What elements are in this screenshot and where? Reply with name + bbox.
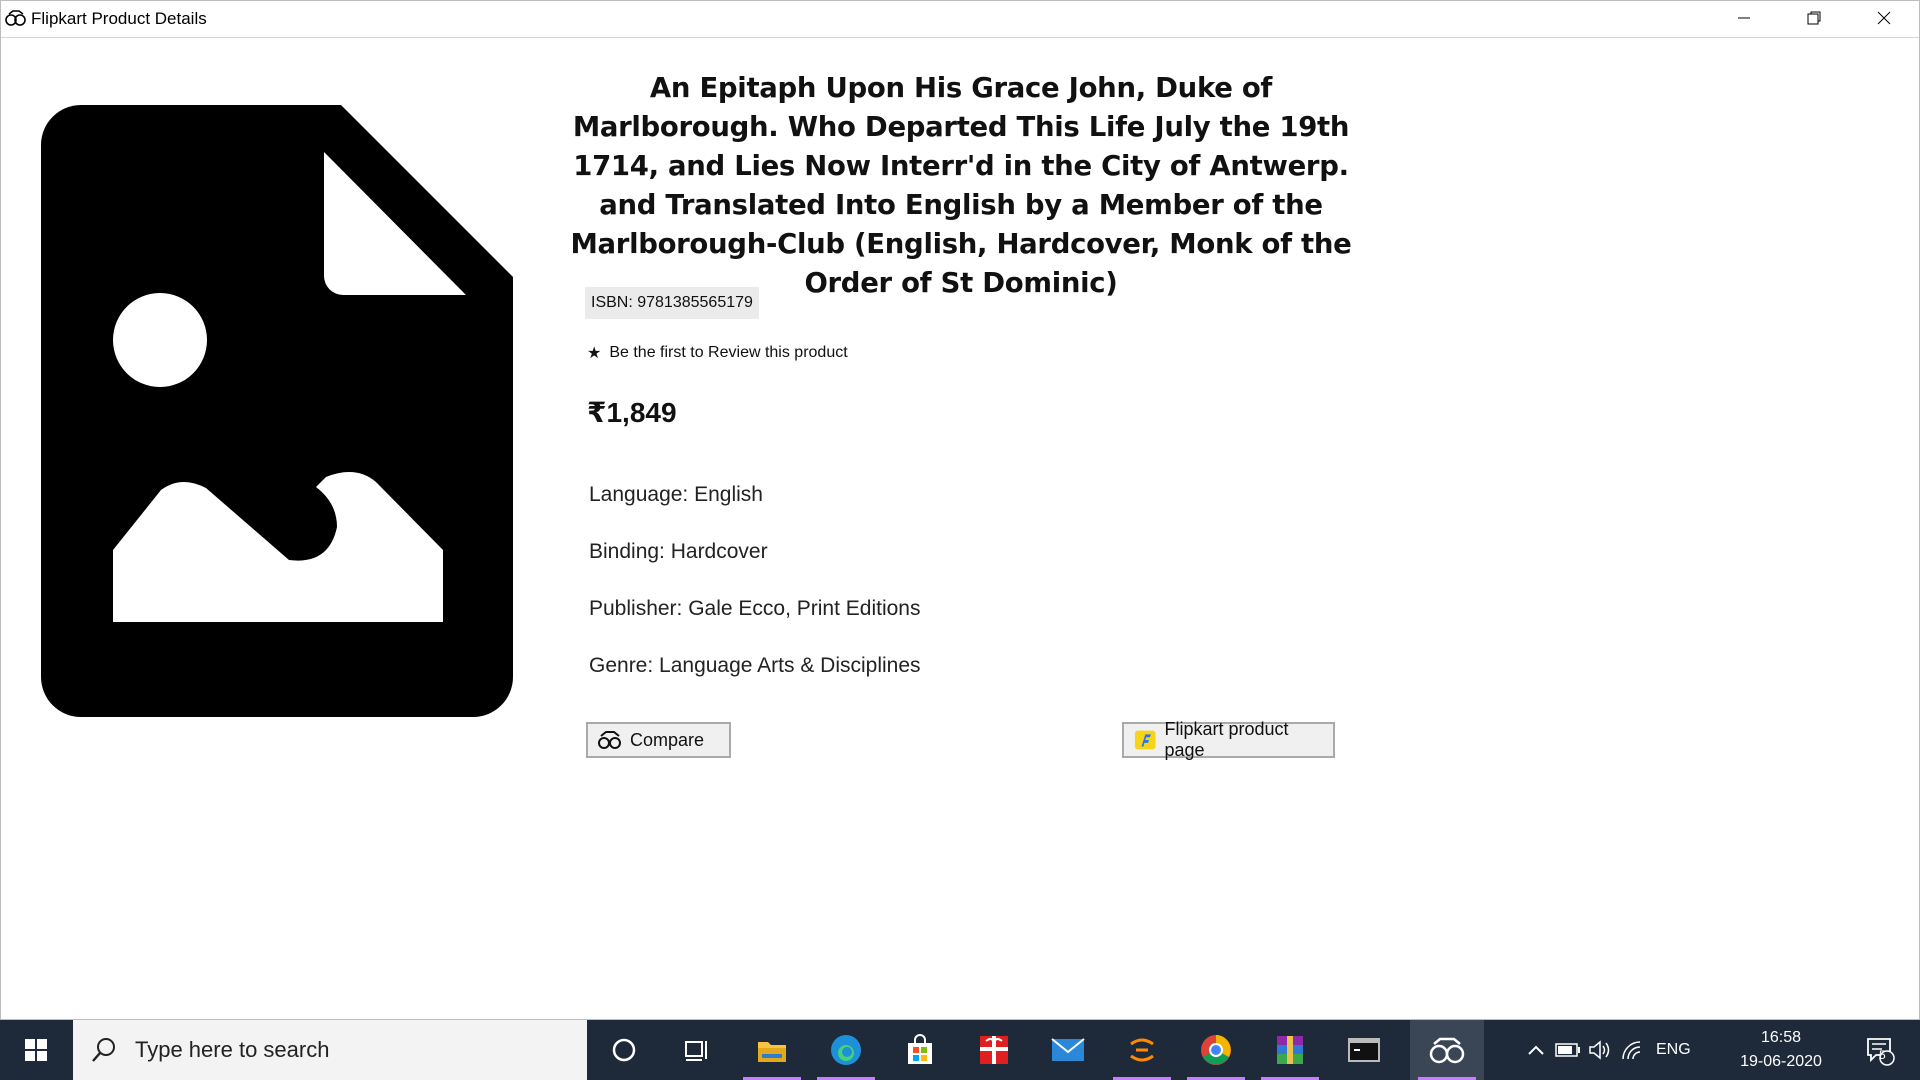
wifi-icon: [1622, 1041, 1641, 1060]
compare-icon: [598, 731, 621, 749]
taskbar: Type here to search ENG 16:58 19-06-2020…: [0, 1020, 1920, 1080]
file-explorer-icon: [758, 1042, 786, 1062]
minimize-button[interactable]: [1709, 1, 1779, 35]
close-button[interactable]: [1849, 1, 1919, 35]
volume-button[interactable]: [1584, 1020, 1616, 1080]
battery-icon: [1555, 1043, 1580, 1057]
task-view-icon: [685, 1041, 707, 1061]
input-language[interactable]: ENG: [1656, 1041, 1691, 1059]
start-button[interactable]: [0, 1020, 72, 1080]
store-icon: [908, 1034, 932, 1064]
edge-button[interactable]: [809, 1020, 883, 1080]
close-icon: [1877, 11, 1891, 25]
image-file-icon: [41, 105, 513, 717]
windows-icon: [25, 1039, 47, 1061]
terminal-icon: [1348, 1038, 1380, 1062]
search-placeholder: Type here to search: [135, 1037, 330, 1062]
flipkart-app-button[interactable]: [1410, 1020, 1484, 1080]
title-bar: Flipkart Product Details: [1, 1, 1919, 38]
spec-binding: Binding: Hardcover: [589, 540, 768, 563]
isbn-badge: ISBN: 9781385565179: [585, 287, 759, 319]
flipkart-app-icon: [1429, 1037, 1465, 1064]
network-button[interactable]: [1616, 1020, 1648, 1080]
orange-app-button[interactable]: [1105, 1020, 1179, 1080]
product-title: An Epitaph Upon His Grace John, Duke of …: [570, 72, 1352, 299]
terminal-button[interactable]: [1327, 1020, 1401, 1080]
product-price: ₹1,849: [587, 397, 677, 428]
restore-button[interactable]: [1779, 1, 1849, 35]
task-view-button[interactable]: [661, 1020, 735, 1080]
mail-icon: [1051, 1038, 1085, 1061]
minimize-icon: [1738, 17, 1750, 19]
flipkart-product-page-button[interactable]: Flipkart product page: [1122, 719, 1335, 760]
edge-icon: [831, 1035, 861, 1065]
chevron-up-icon: [1528, 1045, 1544, 1055]
review-prompt[interactable]: ★ Be the first to Review this product: [587, 343, 848, 363]
spec-publisher: Publisher: Gale Ecco, Print Editions: [589, 597, 921, 620]
winrar-icon: [1277, 1036, 1303, 1064]
cortana-button[interactable]: [587, 1020, 661, 1080]
review-text: Be the first to Review this product: [609, 344, 848, 361]
speaker-icon: [1589, 1040, 1610, 1060]
chrome-icon: [1201, 1035, 1231, 1065]
spec-language: Language: English: [589, 483, 763, 506]
compare-button[interactable]: Compare: [586, 722, 731, 758]
system-tray: ENG: [1520, 1020, 1705, 1080]
flipkart-label: Flipkart product page: [1164, 719, 1289, 760]
battery-button[interactable]: [1552, 1020, 1584, 1080]
action-center-button[interactable]: 5: [1850, 1020, 1910, 1080]
chrome-button[interactable]: [1179, 1020, 1253, 1080]
show-hidden-icons-button[interactable]: [1520, 1020, 1552, 1080]
star-icon: ★: [587, 345, 602, 362]
cortana-icon: [612, 1038, 636, 1062]
file-explorer-button[interactable]: [735, 1020, 809, 1080]
app-icon: [5, 10, 26, 26]
gift-app-button[interactable]: [957, 1020, 1031, 1080]
taskbar-search[interactable]: Type here to search: [73, 1020, 587, 1080]
clock-date: 19-06-2020: [1740, 1053, 1822, 1070]
mail-button[interactable]: [1031, 1020, 1105, 1080]
window-title: Flipkart Product Details: [31, 9, 207, 28]
clock-time: 16:58: [1760, 1029, 1802, 1046]
compare-label: Compare: [630, 729, 705, 750]
search-icon: [92, 1038, 115, 1062]
spec-genre: Genre: Language Arts & Disciplines: [589, 654, 921, 677]
orange-app-icon: [1130, 1038, 1154, 1062]
flipkart-logo-icon: [1134, 730, 1156, 750]
restore-icon: [1807, 11, 1821, 25]
gift-icon: [980, 1036, 1008, 1064]
notification-count: 5: [1879, 1048, 1886, 1062]
clock[interactable]: 16:58 19-06-2020: [1726, 1026, 1836, 1074]
app-window: Flipkart Product Details An Epitaph Upon…: [0, 0, 1920, 1020]
winrar-button[interactable]: [1253, 1020, 1327, 1080]
store-button[interactable]: [883, 1020, 957, 1080]
